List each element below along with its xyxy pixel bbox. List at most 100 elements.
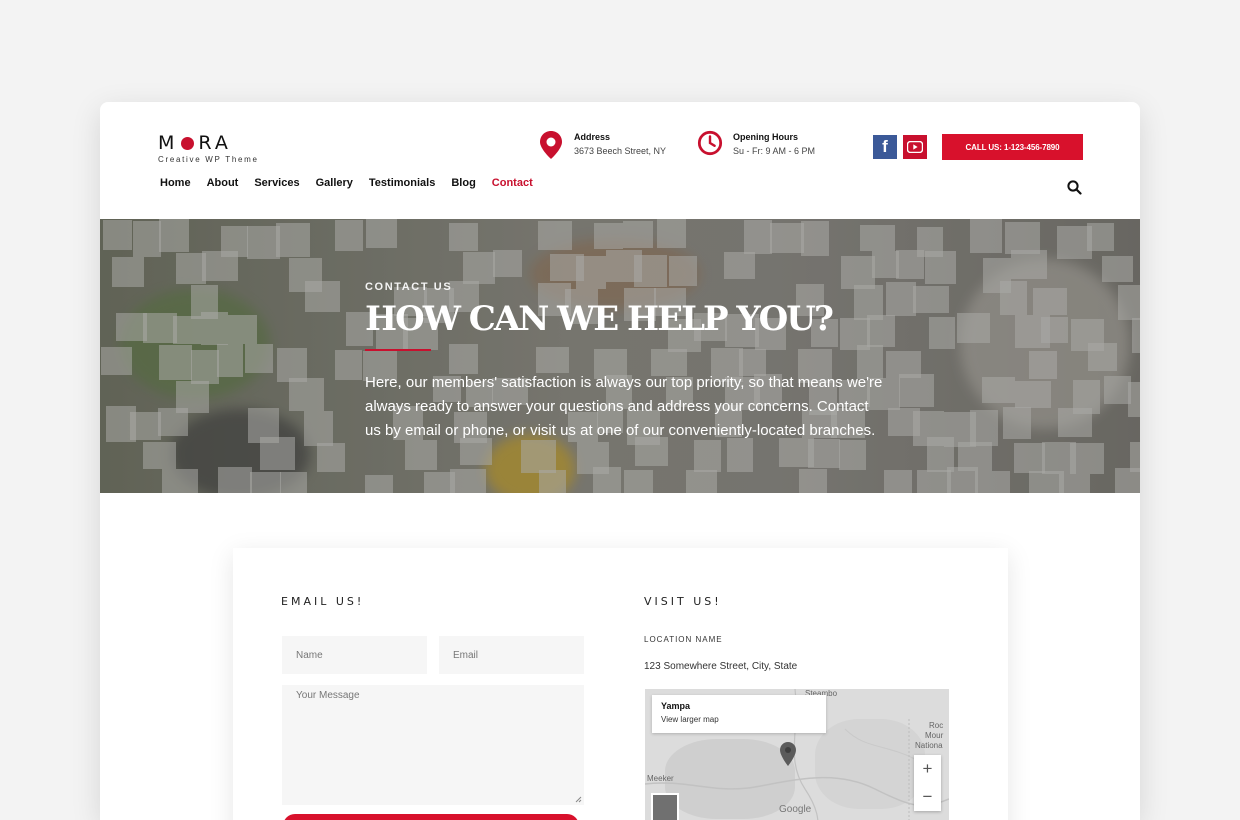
glass-square: [724, 251, 755, 279]
glass-square: [899, 374, 934, 408]
map-label-mour: Mour: [925, 731, 944, 740]
nav-item-testimonials[interactable]: Testimonials: [369, 177, 435, 189]
glass-square: [250, 472, 282, 493]
glass-square: [838, 439, 867, 471]
zoom-in-button[interactable]: +: [923, 759, 933, 779]
map-marker-icon[interactable]: [779, 741, 797, 767]
glass-square: [130, 412, 162, 441]
hero-title: HOW CAN WE HELP YOU?: [365, 299, 834, 339]
glass-square: [885, 282, 917, 316]
glass-square: [1015, 381, 1051, 409]
glass-square: [1131, 317, 1140, 354]
glass-square: [537, 221, 572, 250]
glass-square: [1118, 285, 1140, 321]
youtube-button[interactable]: [903, 135, 927, 159]
glass-square: [1087, 222, 1114, 251]
glass-square: [1003, 406, 1031, 439]
glass-square: [726, 438, 754, 472]
glass-square: [1040, 316, 1068, 344]
glass-square: [1115, 467, 1140, 493]
glass-square: [925, 251, 957, 284]
map-label-nationa: Nationa: [915, 741, 943, 750]
glass-square: [956, 313, 991, 343]
nav-item-about[interactable]: About: [207, 177, 239, 189]
name-field[interactable]: Name: [282, 636, 427, 674]
glass-square: [103, 219, 132, 251]
logo-letter-m: M: [158, 132, 179, 154]
view-larger-map-link[interactable]: View larger map: [661, 715, 817, 724]
glass-square: [450, 469, 486, 493]
map-satellite-thumbnail[interactable]: [651, 793, 679, 820]
glass-square: [859, 224, 895, 252]
zoom-out-button[interactable]: −: [923, 787, 933, 807]
glass-square: [801, 220, 829, 257]
hours-title: Opening Hours: [733, 132, 798, 142]
search-icon[interactable]: [1067, 180, 1082, 195]
message-field[interactable]: Your Message: [282, 685, 584, 805]
glass-square: [770, 223, 804, 253]
glass-square: [1057, 408, 1092, 437]
glass-square: [593, 467, 622, 493]
glass-square: [999, 281, 1028, 315]
glass-square: [364, 474, 394, 493]
glass-square: [142, 313, 177, 343]
nav-item-contact[interactable]: Contact: [492, 177, 533, 189]
glass-square: [200, 312, 229, 346]
glass-square: [928, 316, 956, 349]
site-logo[interactable]: M RA Creative WP Theme: [158, 132, 259, 164]
map-label-roc: Roc: [929, 721, 944, 730]
call-us-button[interactable]: CALL US: 1-123-456-7890: [942, 134, 1083, 160]
location-address: 123 Somewhere Street, City, State: [644, 661, 798, 672]
glass-square: [1032, 288, 1067, 315]
hero-divider: [365, 349, 431, 351]
glass-square: [982, 376, 1016, 403]
clock-icon: [697, 130, 723, 156]
glass-square: [970, 219, 1003, 253]
location-label: LOCATION NAME: [644, 635, 723, 644]
glass-square: [685, 470, 717, 493]
glass-square: [259, 436, 295, 470]
nav-item-blog[interactable]: Blog: [451, 177, 475, 189]
glass-square: [304, 410, 334, 446]
glass-square: [247, 226, 281, 259]
resize-handle-icon[interactable]: [575, 796, 582, 803]
contact-card: EMAIL US! Name Email Your Message VISIT …: [233, 548, 1008, 820]
nav-item-gallery[interactable]: Gallery: [316, 177, 353, 189]
youtube-icon: [907, 141, 923, 153]
glass-square: [693, 440, 721, 473]
hero-content: CONTACT US HOW CAN WE HELP YOU? Here, ou…: [365, 281, 885, 443]
glass-square: [335, 219, 364, 251]
nav-item-home[interactable]: Home: [160, 177, 191, 189]
glass-square: [624, 470, 653, 493]
address-value: 3673 Beech Street, NY: [574, 146, 667, 156]
address-title: Address: [574, 132, 611, 142]
message-placeholder: Your Message: [296, 690, 360, 701]
submit-button[interactable]: [283, 814, 579, 820]
glass-square: [975, 471, 1010, 493]
glass-square: [1101, 255, 1134, 283]
glass-square: [1087, 343, 1118, 371]
glass-square: [279, 472, 308, 493]
nav-item-services[interactable]: Services: [254, 177, 299, 189]
glass-square: [463, 251, 496, 285]
glass-square: [808, 438, 840, 469]
map-place-name: Yampa: [661, 701, 691, 711]
glass-square: [1128, 381, 1140, 418]
visit-us-title: VISIT US!: [644, 595, 722, 608]
glass-square: [133, 221, 161, 258]
location-map[interactable]: Steambo Roc Mour Nationa Meeker Yampa Vi…: [645, 689, 949, 820]
glass-square: [970, 410, 999, 447]
logo-red-dot: [181, 136, 195, 150]
glass-square: [216, 344, 243, 377]
glass-square: [112, 257, 145, 288]
glass-square: [884, 469, 913, 493]
glass-square: [276, 222, 310, 257]
map-info-window: Yampa View larger map: [652, 695, 826, 733]
browser-frame: M RA Creative WP Theme Address 3673 Beec…: [100, 102, 1140, 820]
glass-square: [304, 281, 341, 313]
address-info: Address 3673 Beech Street, NY: [538, 130, 666, 160]
glass-square: [218, 467, 253, 493]
facebook-button[interactable]: f: [873, 135, 897, 159]
glass-square: [1070, 443, 1104, 474]
email-field[interactable]: Email: [439, 636, 584, 674]
